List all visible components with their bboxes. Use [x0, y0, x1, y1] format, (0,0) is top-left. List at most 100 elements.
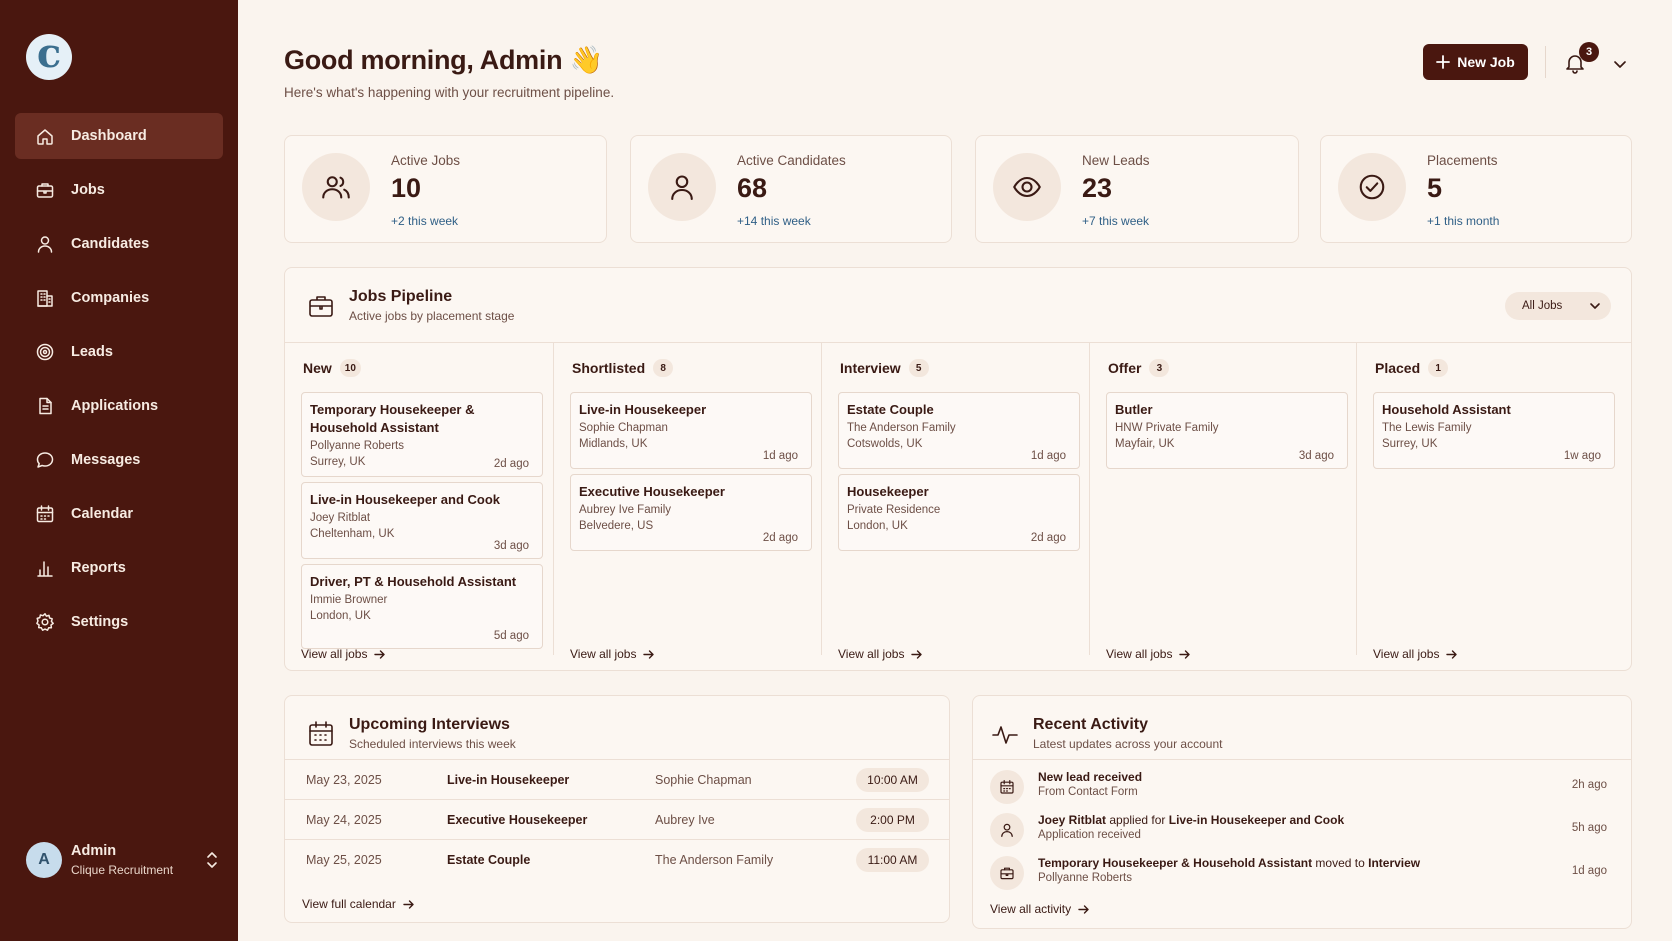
chevron-up-down-icon[interactable]: [204, 850, 220, 870]
arrow-right-icon: [1446, 649, 1458, 659]
interview-time-badge: 11:00 AM: [856, 848, 929, 872]
briefcase-icon: [36, 183, 54, 198]
job-card[interactable]: Butler HNW Private Family Mayfair, UK 3d ag…: [1106, 392, 1348, 469]
view-all-jobs-label: View all jobs: [1373, 647, 1440, 661]
column-count-badge: 5: [908, 359, 929, 377]
sidebar-item-label: Dashboard: [71, 128, 147, 144]
job-title: Driver, PT & Household Assistant: [310, 574, 517, 589]
view-all-jobs-label: View all jobs: [570, 647, 637, 661]
job-card[interactable]: Executive Housekeeper Aubrey Ive Family Be…: [570, 474, 812, 551]
user-menu[interactable]: A Admin Clique Recruitment: [26, 838, 220, 882]
interview-candidate: Sophie Chapman: [655, 773, 752, 787]
job-company: Aubrey Ive Family: [579, 504, 672, 516]
stat-delta: +7 this week: [1082, 214, 1150, 228]
sidebar-item-companies[interactable]: Companies: [15, 275, 223, 321]
activity-item[interactable]: New lead received From Contact Form 2h ago: [973, 766, 1631, 808]
job-card[interactable]: Household Assistant The Lewis Family Surre…: [1373, 392, 1615, 469]
view-all-jobs-link[interactable]: View all jobs: [838, 647, 923, 661]
header-divider: [1545, 46, 1546, 78]
job-card[interactable]: Live-in Housekeeper Sophie Chapman Midland…: [570, 392, 812, 469]
sidebar-item-leads[interactable]: Leads: [15, 329, 223, 375]
column-header: Placed 1: [1375, 359, 1449, 377]
column-title: New: [303, 360, 332, 376]
job-age: 3d ago: [493, 540, 529, 552]
job-title: Live-in Housekeeper and Cook: [310, 492, 500, 507]
job-card[interactable]: Live-in Housekeeper and Cook Joey Ritblat…: [301, 482, 543, 559]
activity-text: New lead received: [1038, 770, 1142, 784]
stat-delta: +1 this month: [1427, 214, 1500, 228]
job-card[interactable]: Estate Couple The Anderson Family Cotswold…: [838, 392, 1080, 469]
interview-row[interactable]: May 23, 2025 Live-in Housekeeper Sophie Ch…: [285, 760, 949, 799]
sidebar-item-candidates[interactable]: Candidates: [15, 221, 223, 267]
job-card[interactable]: Housekeeper Private Residence London, UK 2d…: [838, 474, 1080, 551]
building-icon: [37, 290, 53, 307]
interview-job: Estate Couple: [447, 853, 531, 867]
job-company: Pollyanne Roberts: [310, 440, 404, 452]
job-company: Private Residence: [847, 504, 941, 516]
chevron-down-icon: [1590, 303, 1600, 309]
job-title: Executive Housekeeper: [579, 484, 725, 499]
interview-job: Live-in Housekeeper: [447, 773, 570, 787]
stat-icon-wrap: [1338, 153, 1406, 221]
interview-date: May 24, 2025: [306, 813, 382, 827]
activity-item[interactable]: Temporary Housekeeper & Household Assist…: [973, 852, 1631, 894]
column-count-badge: 8: [653, 359, 674, 377]
stat-icon-wrap: [302, 153, 370, 221]
eye-icon: [1013, 176, 1041, 198]
column-title: Interview: [840, 360, 901, 376]
sidebar-item-label: Leads: [71, 344, 113, 360]
chat-icon: [36, 452, 54, 468]
sidebar: c Dashboard Jobs Candidates Companies Leads A…: [0, 0, 238, 941]
job-card[interactable]: Temporary Housekeeper & Household Assist…: [301, 392, 543, 477]
job-age: 2d ago: [1030, 532, 1066, 544]
sidebar-item-calendar[interactable]: Calendar: [15, 491, 223, 537]
chevron-down-icon[interactable]: [1612, 56, 1628, 72]
view-all-jobs-link[interactable]: View all jobs: [1106, 647, 1191, 661]
view-all-activity-link[interactable]: View all activity: [990, 902, 1089, 916]
job-title: Live-in Housekeeper: [579, 402, 707, 417]
user-name: Admin: [71, 843, 117, 860]
interview-row[interactable]: May 25, 2025 Estate Couple The Anderson Fa…: [285, 840, 949, 879]
job-age: 5d ago: [493, 630, 529, 642]
view-all-jobs-link[interactable]: View all jobs: [1373, 647, 1458, 661]
sidebar-item-messages[interactable]: Messages: [15, 437, 223, 483]
new-job-button[interactable]: New Job: [1423, 44, 1528, 80]
user-icon: [671, 175, 693, 201]
check-circle-icon: [1359, 174, 1385, 200]
sidebar-item-jobs[interactable]: Jobs: [15, 167, 223, 213]
view-all-jobs-link[interactable]: View all jobs: [570, 647, 655, 661]
recent-activity-card: Recent Activity Latest updates across yo…: [972, 695, 1632, 929]
brand-logo[interactable]: c: [26, 34, 72, 80]
user-icon: [1001, 823, 1013, 837]
job-company: Joey Ritblat: [310, 512, 371, 524]
interview-row[interactable]: May 24, 2025 Executive Housekeeper Aubrey …: [285, 800, 949, 839]
column-header: Shortlisted 8: [572, 359, 674, 377]
job-age: 1d ago: [1030, 450, 1066, 462]
page-subtitle: Here's what's happening with your recrui…: [284, 85, 615, 100]
stat-card-active-jobs: Active Jobs 10 +2 this week: [284, 135, 607, 243]
sidebar-item-label: Settings: [71, 614, 129, 630]
view-all-jobs-link[interactable]: View all jobs: [301, 647, 386, 661]
sidebar-item-label: Candidates: [71, 236, 150, 252]
stat-delta: +14 this week: [737, 214, 811, 228]
activity-subtext: From Contact Form: [1038, 786, 1138, 798]
activity-highlight: Live-in Housekeeper and Cook: [1168, 813, 1345, 827]
activity-item[interactable]: Joey Ritblat applied for Live-in Houseke…: [973, 809, 1631, 851]
job-title: Housekeeper: [847, 484, 929, 499]
column-header: Offer 3: [1108, 359, 1170, 377]
sidebar-item-label: Applications: [71, 398, 159, 414]
sidebar-item-dashboard[interactable]: Dashboard: [15, 113, 223, 159]
briefcase-icon: [309, 296, 333, 317]
sidebar-item-applications[interactable]: Applications: [15, 383, 223, 429]
sidebar-item-reports[interactable]: Reports: [15, 545, 223, 591]
stat-label: New Leads: [1082, 153, 1150, 168]
job-card[interactable]: Driver, PT & Household Assistant Immie Br…: [301, 564, 543, 649]
view-full-calendar-link[interactable]: View full calendar: [302, 897, 414, 911]
briefcase-icon: [1000, 867, 1014, 880]
sidebar-item-settings[interactable]: Settings: [15, 599, 223, 645]
job-title: Estate Couple: [847, 402, 934, 417]
activity-title: Recent Activity: [1033, 716, 1148, 733]
sidebar-nav: Dashboard Jobs Candidates Companies Leads App…: [15, 113, 223, 653]
interview-date: May 25, 2025: [306, 853, 382, 867]
jobs-filter-select[interactable]: All Jobs: [1505, 292, 1611, 320]
